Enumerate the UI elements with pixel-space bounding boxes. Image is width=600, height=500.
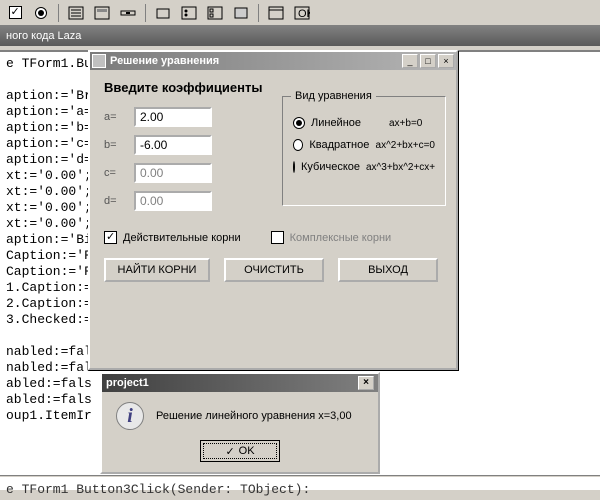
toolbar-form-icon[interactable] xyxy=(91,3,113,23)
radio-кубическое[interactable]: Кубическое ax^3+bx^2+cx+ xyxy=(293,161,435,173)
ok-label: OK xyxy=(239,445,255,457)
checkmark-icon: ✓ xyxy=(225,445,234,458)
code-separator xyxy=(0,475,600,478)
radio-formula: ax+b=0 xyxy=(389,118,422,129)
toolbar-action-icon[interactable]: OK xyxy=(291,3,313,23)
label-b: b= xyxy=(104,139,134,151)
radio-icon xyxy=(293,117,305,129)
equation-dialog: Решение уравнения _ □ × Введите коэффици… xyxy=(88,50,458,370)
toolbar-radio[interactable] xyxy=(30,3,52,23)
radio-icon xyxy=(293,139,303,151)
message-close-button[interactable]: × xyxy=(358,376,374,390)
dialog-app-icon xyxy=(92,54,106,68)
radio-formula: ax^2+bx+c=0 xyxy=(376,140,435,151)
message-title: project1 xyxy=(106,377,149,389)
message-text: Решение линейного уравнения x=3,00 xyxy=(156,410,352,422)
toolbar-radiogroup-icon[interactable] xyxy=(178,3,200,23)
label-a: a= xyxy=(104,111,134,123)
close-button[interactable]: × xyxy=(438,54,454,68)
radio-квадратное[interactable]: Квадратное ax^2+bx+c=0 xyxy=(293,139,435,151)
info-icon: i xyxy=(116,402,144,430)
maximize-button[interactable]: □ xyxy=(420,54,436,68)
check-icon xyxy=(104,231,117,244)
clear-button[interactable]: ОЧИСТИТЬ xyxy=(224,258,324,282)
checkbox-complex-roots: Комплексные корни xyxy=(271,231,392,244)
message-box: project1 × i Решение линейного уравнения… xyxy=(100,372,380,474)
dialog-heading: Введите коэффициенты xyxy=(104,80,442,95)
exit-button[interactable]: ВЫХОД xyxy=(338,258,438,282)
main-toolbar: OK xyxy=(0,0,600,26)
toolbar-checkbox-checked[interactable] xyxy=(4,3,26,23)
toolbar-scroll-icon[interactable] xyxy=(117,3,139,23)
checkbox-complex-label: Комплексные корни xyxy=(290,232,392,244)
toolbar-panel-icon[interactable] xyxy=(230,3,252,23)
input-a[interactable] xyxy=(134,107,212,127)
radio-линейное[interactable]: Линейное ax+b=0 xyxy=(293,117,435,129)
source-tab-strip: ного кода Laza xyxy=(0,26,600,46)
ok-button[interactable]: ✓ OK xyxy=(200,440,280,462)
input-c xyxy=(134,163,212,183)
toolbar-group-icon[interactable] xyxy=(152,3,174,23)
toolbar-checkgroup-icon[interactable] xyxy=(204,3,226,23)
toolbar-list-icon[interactable] xyxy=(65,3,87,23)
code-bottom-line: e TForm1 Button3Click(Sender: TObject): xyxy=(6,482,310,497)
checkbox-real-roots[interactable]: Действительные корни xyxy=(104,231,241,244)
label-c: c= xyxy=(104,167,134,179)
dialog-titlebar[interactable]: Решение уравнения _ □ × xyxy=(90,52,456,70)
equation-type-group: Вид уравнения Линейноеax+b=0Квадратноеax… xyxy=(282,96,446,206)
message-titlebar[interactable]: project1 × xyxy=(102,374,378,392)
group-legend: Вид уравнения xyxy=(291,90,376,102)
label-d: d= xyxy=(104,195,134,207)
check-icon xyxy=(271,231,284,244)
input-d xyxy=(134,191,212,211)
checkbox-real-label: Действительные корни xyxy=(123,232,241,244)
toolbar-frame-icon[interactable] xyxy=(265,3,287,23)
radio-label: Линейное xyxy=(311,117,383,129)
find-roots-button[interactable]: НАЙТИ КОРНИ xyxy=(104,258,210,282)
radio-label: Кубическое xyxy=(301,161,360,173)
svg-text:OK: OK xyxy=(298,8,310,20)
radio-label: Квадратное xyxy=(309,139,369,151)
input-b[interactable] xyxy=(134,135,212,155)
dialog-title: Решение уравнения xyxy=(110,55,400,67)
radio-formula: ax^3+bx^2+cx+ xyxy=(366,162,435,173)
radio-icon xyxy=(293,161,295,173)
minimize-button[interactable]: _ xyxy=(402,54,418,68)
